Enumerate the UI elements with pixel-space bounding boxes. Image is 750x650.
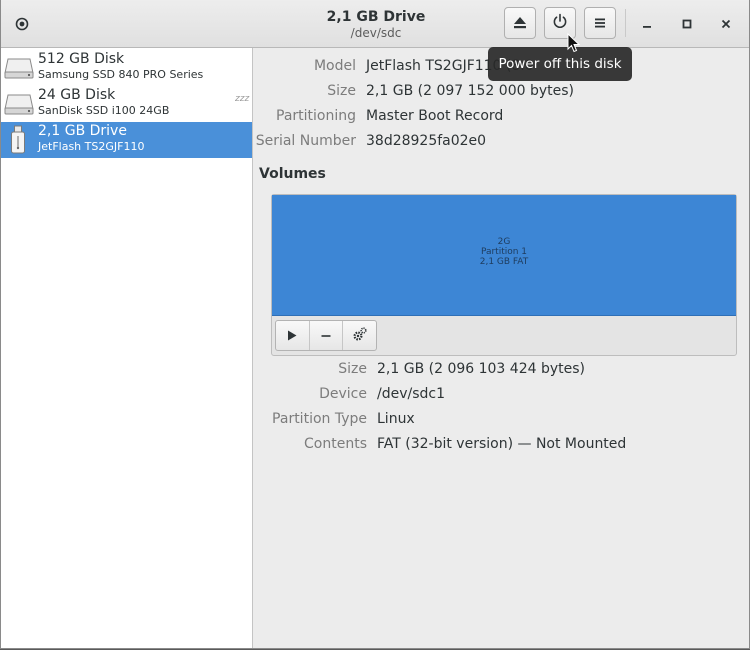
drive-name: 24 GB Disk <box>38 87 116 103</box>
contents-label: Contents <box>304 436 367 452</box>
serial-number-label: Serial Number <box>255 133 356 149</box>
play-icon <box>287 326 297 345</box>
close-button[interactable] <box>717 14 735 32</box>
drive-item-2gb[interactable]: 2,1 GB Drive JetFlash TS2GJF110 <box>1 122 252 158</box>
drive-details-panel: Model JetFlash TS2GJF110 (8.0 Size 2,1 G… <box>253 48 749 648</box>
title-area: 2,1 GB Drive /dev/sdc <box>301 9 451 41</box>
gears-icon <box>352 326 368 346</box>
size-label: Size <box>327 83 356 99</box>
eject-icon <box>513 14 527 33</box>
partition-type-label: Partition Type <box>272 411 367 427</box>
drive-model: JetFlash TS2GJF110 <box>38 140 145 153</box>
partition-options-button[interactable] <box>343 321 376 350</box>
drive-list-sidebar: 512 GB Disk Samsung SSD 840 PRO Series 2… <box>1 48 253 648</box>
device-label: Device <box>319 386 367 402</box>
usb-drive-icon <box>10 125 26 159</box>
drive-name: 512 GB Disk <box>38 51 125 67</box>
partition-1-block[interactable]: 2G Partition 1 2,1 GB FAT <box>272 195 736 316</box>
serial-number-value: 38d28925fa02e0 <box>366 133 487 149</box>
mouse-pointer-icon <box>567 32 581 57</box>
minimize-icon <box>642 14 652 33</box>
close-icon <box>721 14 731 33</box>
volume-size-value: 2,1 GB (2 096 103 424 bytes) <box>377 361 585 377</box>
disks-window: 2,1 GB Drive /dev/sdc Power off this dis… <box>0 0 750 649</box>
minus-icon <box>321 326 331 345</box>
drive-model: SanDisk SSD i100 24GB <box>38 104 170 117</box>
drive-name: 2,1 GB Drive <box>38 123 127 139</box>
menu-icon <box>594 14 606 33</box>
header-separator <box>625 9 626 37</box>
device-value: /dev/sdc1 <box>377 386 446 402</box>
partition-type-value: Linux <box>377 411 415 427</box>
mount-button[interactable] <box>276 321 310 350</box>
contents-value: FAT (32-bit version) — Not Mounted <box>377 436 627 452</box>
partition-size-short: 2G <box>497 237 511 247</box>
drive-item-512gb[interactable]: 512 GB Disk Samsung SSD 840 PRO Series <box>1 50 252 86</box>
drive-item-24gb[interactable]: 24 GB Disk SanDisk SSD i100 24GB <box>1 86 252 122</box>
volumes-heading: Volumes <box>259 166 326 182</box>
partitioning-value: Master Boot Record <box>366 108 504 124</box>
drive-menu-button[interactable] <box>584 7 616 39</box>
header-bar: 2,1 GB Drive /dev/sdc <box>1 0 749 48</box>
delete-partition-button[interactable] <box>310 321 344 350</box>
partition-size-fs: 2,1 GB FAT <box>479 257 529 267</box>
minimize-button[interactable] <box>638 14 656 32</box>
hard-disk-icon <box>4 92 34 120</box>
volume-size-label: Size <box>338 361 367 377</box>
standby-indicator: zzz <box>235 94 250 104</box>
power-icon <box>552 13 568 33</box>
partitioning-label: Partitioning <box>276 108 356 124</box>
size-value: 2,1 GB (2 097 152 000 bytes) <box>366 83 574 99</box>
volumes-graphic: 2G Partition 1 2,1 GB FAT <box>271 194 737 356</box>
volume-toolbar <box>275 320 377 351</box>
model-label: Model <box>313 58 356 74</box>
maximize-button[interactable] <box>678 14 696 32</box>
hard-disk-icon <box>4 56 34 84</box>
window-subtitle: /dev/sdc <box>350 26 402 40</box>
maximize-icon <box>682 14 692 33</box>
power-off-tooltip: Power off this disk <box>488 47 632 81</box>
partition-label: 2G Partition 1 2,1 GB FAT <box>272 237 736 267</box>
partition-name: Partition 1 <box>480 247 528 257</box>
eject-button[interactable] <box>504 7 536 39</box>
drive-model: Samsung SSD 840 PRO Series <box>38 68 204 81</box>
window-title: 2,1 GB Drive <box>326 9 426 25</box>
disks-app-icon <box>15 16 29 31</box>
